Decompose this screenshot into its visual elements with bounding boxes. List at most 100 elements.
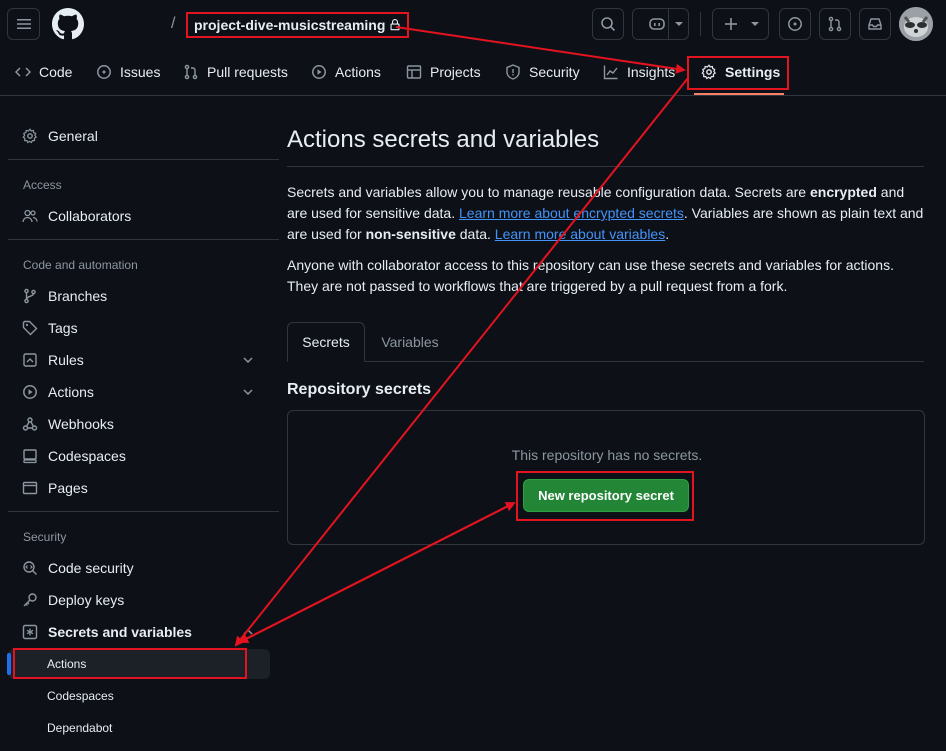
tabs-divider [287,361,924,362]
learn-more-variables-link[interactable]: Learn more about variables [495,226,665,242]
description-text: Secrets and variables allow you to manag… [287,184,810,200]
description-text: . [665,226,670,242]
pull-request-icon [184,64,198,80]
sidebar-item-collaborators[interactable]: Collaborators [8,200,272,232]
active-item-indicator [7,653,11,675]
tab-pull-requests[interactable]: Pull requests [183,48,288,96]
sidebar-item-general[interactable]: General [8,120,272,152]
learn-more-secrets-link[interactable]: Learn more about encrypted secrets [459,205,684,221]
menu-button[interactable] [7,8,40,40]
sidebar-divider [8,159,279,160]
graph-icon [603,65,618,80]
sidebar-item-label: Deploy keys [48,592,125,608]
sidebar-item-codespaces[interactable]: Codespaces [8,440,272,472]
codespaces-icon [23,449,37,464]
code-icon [15,67,31,77]
sidebar-item-rules[interactable]: Rules [8,344,272,376]
sidebar-item-label: Pages [48,480,88,496]
tab-pull-requests-label: Pull requests [207,64,288,80]
tab-projects[interactable]: Projects [406,48,481,96]
key-icon [23,593,37,607]
search-button[interactable] [592,8,624,40]
webhook-icon [22,417,38,431]
sidebar-item-label: Actions [48,384,94,400]
issue-icon [97,65,111,79]
create-new-button[interactable] [712,8,769,40]
asterisk-icon [22,624,38,640]
sidebar-subitem-dependabot[interactable]: Dependabot [8,713,270,743]
plus-icon [725,18,737,30]
branch-icon [24,288,36,304]
sidebar-item-code-security[interactable]: Code security [8,552,272,584]
tab-code[interactable]: Code [15,48,72,96]
chevron-down-icon [243,389,253,396]
sidebar-item-actions[interactable]: Actions [8,376,272,408]
sidebar-subitem-label: Codespaces [47,689,114,703]
sidebar-item-secrets-and-variables[interactable]: Secrets and variables [8,616,272,648]
tag-icon [22,320,38,336]
header-divider [700,12,701,36]
sidebar-item-label: Tags [48,320,78,336]
play-icon [312,65,326,79]
copilot-button[interactable] [632,8,689,40]
sidebar-item-webhooks[interactable]: Webhooks [8,408,272,440]
sidebar-item-pages[interactable]: Pages [8,472,272,504]
sidebar-item-label: Webhooks [48,416,114,432]
gear-icon [22,128,38,144]
pull-request-icon [828,16,842,32]
sidebar-subitem-codespaces[interactable]: Codespaces [8,681,270,711]
sidebar-item-tags[interactable]: Tags [8,312,272,344]
tab-issues[interactable]: Issues [96,48,160,96]
settings-highlight-box [687,56,789,90]
sidebar-divider [8,239,279,240]
active-tab-underline [694,93,784,95]
sidebar-item-label: Branches [48,288,108,304]
new-repository-secret-label: New repository secret [538,488,674,503]
play-icon [23,385,37,399]
tab-projects-label: Projects [430,64,481,80]
search-icon [601,17,616,32]
issue-icon [788,17,802,31]
pull-requests-button[interactable] [819,8,851,40]
chevron-down-icon [751,22,759,26]
chevron-down-icon [675,22,683,26]
tab-variables-label: Variables [381,334,439,350]
sidebar-item-label: General [48,128,98,144]
actions-highlight-box [13,648,247,679]
tab-insights[interactable]: Insights [603,48,675,96]
sidebar-item-branches[interactable]: Branches [8,280,272,312]
repo-navigation: Code Issues Pull requests Actions Projec… [0,48,946,96]
github-logo-icon[interactable] [52,8,84,40]
sidebar-item-label: Secrets and variables [48,624,192,640]
issues-button[interactable] [779,8,811,40]
people-icon [22,209,38,223]
inbox-icon [868,18,882,30]
tab-variables[interactable]: Variables [371,322,449,362]
access-note-paragraph: Anyone with collaborator access to this … [287,257,894,294]
codescan-icon [23,561,37,575]
tab-secrets[interactable]: Secrets [287,322,365,362]
repo-name-link[interactable]: project-dive-musicstreaming [186,12,410,38]
tab-actions-label: Actions [335,64,381,80]
sidebar-heading-access: Access [23,178,62,192]
inbox-button[interactable] [859,8,891,40]
breadcrumb-separator: / [171,15,176,32]
tab-actions[interactable]: Actions [311,48,381,96]
avatar[interactable] [899,7,933,41]
top-bar: / project-dive-musicstreaming [0,0,946,48]
title-divider [287,166,924,167]
sidebar-item-deploy-keys[interactable]: Deploy keys [8,584,272,616]
empty-state-message: This repository has no secrets. [511,447,703,463]
tab-code-label: Code [39,64,73,80]
tab-security[interactable]: Security [505,48,580,96]
sidebar-heading-security: Security [23,530,67,544]
new-repository-secret-button[interactable]: New repository secret [523,479,689,512]
lock-icon [390,19,400,31]
chevron-down-icon [243,357,253,364]
repository-secrets-heading: Repository secrets [287,381,432,398]
encrypted-emphasis: encrypted [809,184,877,200]
sidebar-item-label: Codespaces [48,448,126,464]
non-sensitive-emphasis: non-sensitive [365,226,456,242]
description-paragraph: Secrets and variables allow you to manag… [287,182,927,245]
description-text: data. [455,226,495,242]
